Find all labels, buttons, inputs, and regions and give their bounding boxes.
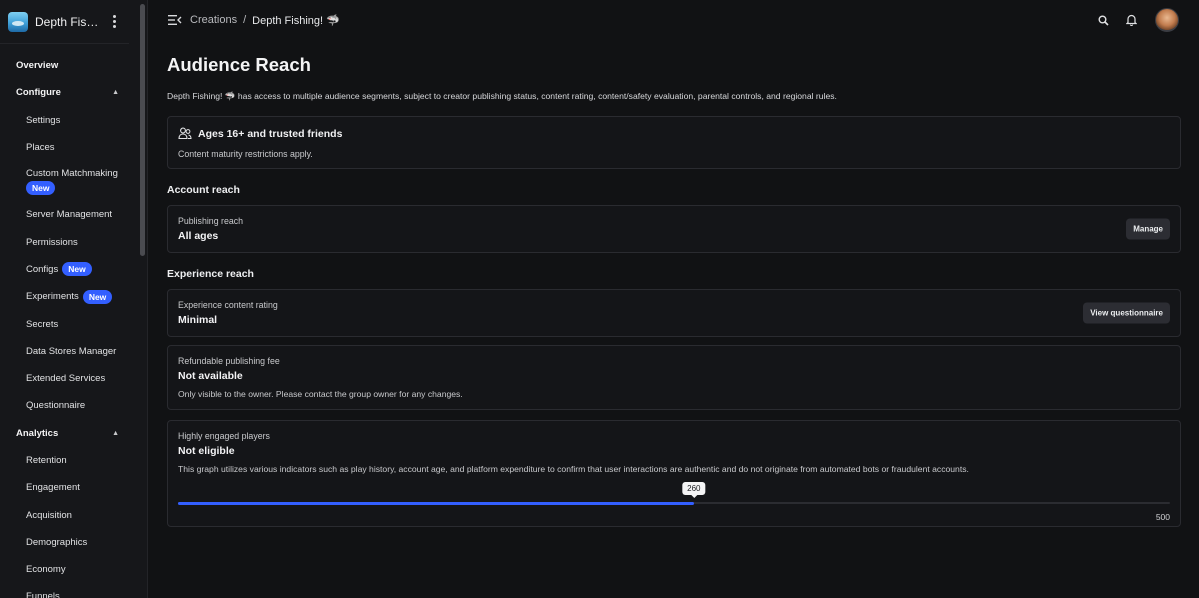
menu-collapse-icon[interactable] — [168, 14, 182, 26]
account-reach-title: Account reach — [167, 184, 240, 196]
game-name[interactable]: Depth Fishing! — [35, 15, 101, 29]
users-icon — [178, 127, 192, 140]
page-content: Audience Reach Depth Fishing! 🦈 has acce… — [148, 40, 1199, 527]
sidebar-item-demographics[interactable]: Demographics — [0, 529, 147, 556]
audience-title: Ages 16+ and trusted friends — [198, 127, 343, 140]
sidebar-item-permissions[interactable]: Permissions — [0, 228, 147, 255]
sidebar-item-questionnaire[interactable]: Questionnaire — [0, 392, 147, 419]
sidebar-item-server-management[interactable]: Server Management — [0, 201, 147, 228]
sidebar-scrollbar[interactable] — [140, 4, 145, 256]
app-root: Depth Fishing! Overview Configure ▲ Setting… — [0, 0, 1199, 598]
sidebar-item-settings[interactable]: Settings — [0, 107, 147, 134]
sidebar: Depth Fishing! Overview Configure ▲ Setting… — [0, 0, 148, 598]
engaged-players-value: Not eligible — [178, 445, 235, 457]
sidebar-item-extended-services[interactable]: Extended Services — [0, 365, 147, 392]
sidebar-item-overview[interactable]: Overview — [0, 52, 147, 79]
engagement-progress: 260 500 — [178, 480, 1170, 522]
sidebar-item-label: Experiments — [26, 291, 79, 303]
sidebar-item-label: Analytics — [16, 427, 59, 439]
sidebar-item-label: Server Management — [26, 209, 113, 221]
sidebar-item-custom-matchmaking[interactable]: Custom Matchmaking New — [0, 161, 147, 201]
sidebar-item-acquisition[interactable]: Acquisition — [0, 501, 147, 528]
refundable-fee-card: Refundable publishing fee Not available … — [167, 345, 1181, 410]
chevron-up-icon: ▲ — [112, 89, 119, 97]
sidebar-item-label: Custom Matchmaking — [26, 167, 118, 179]
page-intro: Depth Fishing! 🦈 has access to multiple … — [167, 91, 837, 101]
sidebar-item-label: Extended Services — [26, 373, 106, 385]
sidebar-item-secrets[interactable]: Secrets — [0, 310, 147, 337]
sidebar-item-label: Configs — [26, 263, 59, 275]
sidebar-item-label: Demographics — [26, 536, 88, 548]
sidebar-item-configs[interactable]: Configs New — [0, 256, 147, 283]
sidebar-item-economy[interactable]: Economy — [0, 556, 147, 583]
engaged-players-card: Highly engaged players Not eligible This… — [167, 420, 1181, 527]
view-questionnaire-button[interactable]: View questionnaire — [1083, 302, 1170, 324]
sidebar-item-engagement[interactable]: Engagement — [0, 474, 147, 501]
game-thumbnail[interactable] — [8, 11, 28, 32]
breadcrumb-creations[interactable]: Creations — [190, 14, 237, 26]
sidebar-item-label: Configure — [16, 87, 61, 99]
engaged-players-label: Highly engaged players — [178, 431, 270, 441]
sidebar-item-label: Funnels — [26, 591, 60, 598]
publishing-reach-label: Publishing reach — [178, 216, 244, 226]
publishing-reach-value: All ages — [178, 230, 219, 242]
page-title: Audience Reach — [167, 54, 311, 75]
main-content: Creations / Depth Fishing! 🦈 Audience Re… — [148, 0, 1199, 598]
sidebar-item-experiments[interactable]: Experiments New — [0, 283, 147, 310]
refundable-fee-label: Refundable publishing fee — [178, 356, 280, 366]
sidebar-section-analytics[interactable]: Analytics ▲ — [0, 420, 147, 447]
top-bar: Creations / Depth Fishing! 🦈 — [148, 0, 1199, 40]
new-badge: New — [82, 289, 113, 304]
sidebar-item-label: Economy — [26, 564, 66, 576]
sidebar-nav: Overview Configure ▲ Settings Places Custom M… — [0, 44, 147, 598]
sidebar-item-label: Retention — [26, 455, 67, 466]
breadcrumb-current: Depth Fishing! 🦈 — [252, 14, 340, 27]
progress-fill — [178, 502, 694, 505]
breadcrumb: Creations / Depth Fishing! 🦈 — [190, 14, 340, 27]
sidebar-item-label: Engagement — [26, 482, 80, 494]
content-rating-card: Experience content rating Minimal View q… — [167, 289, 1181, 337]
sidebar-item-funnels[interactable]: Funnels — [0, 583, 147, 598]
audience-desc: Content maturity restrictions apply. — [178, 149, 313, 159]
sidebar-item-label: Acquisition — [26, 509, 72, 521]
breadcrumb-separator: / — [243, 14, 247, 26]
progress-max-label: 500 — [1155, 512, 1170, 522]
search-icon[interactable] — [1095, 12, 1111, 28]
sidebar-item-label: Permissions — [26, 236, 78, 248]
user-avatar[interactable] — [1155, 8, 1179, 32]
new-badge: New — [62, 262, 92, 277]
refundable-fee-desc: Only visible to the owner. Please contac… — [178, 389, 463, 399]
sidebar-item-label: Data Stores Manager — [26, 345, 117, 357]
audience-card: Ages 16+ and trusted friends Content mat… — [167, 116, 1181, 169]
content-rating-value: Minimal — [178, 314, 218, 326]
experience-reach-title: Experience reach — [167, 268, 254, 280]
sidebar-item-label: Overview — [16, 60, 59, 72]
refundable-fee-value: Not available — [178, 370, 243, 382]
chevron-up-icon: ▲ — [112, 429, 119, 437]
sidebar-item-label: Places — [26, 142, 55, 154]
sidebar-item-label: Questionnaire — [26, 400, 86, 412]
bell-icon[interactable] — [1123, 12, 1139, 28]
manage-button[interactable]: Manage — [1126, 218, 1170, 240]
publishing-reach-card: Publishing reach All ages Manage — [167, 205, 1181, 253]
progress-tooltip: 260 — [682, 482, 706, 498]
sidebar-header: Depth Fishing! — [0, 0, 129, 44]
sidebar-section-configure[interactable]: Configure ▲ — [0, 79, 147, 106]
sidebar-item-places[interactable]: Places — [0, 134, 147, 161]
content-rating-label: Experience content rating — [178, 300, 278, 310]
sidebar-item-retention[interactable]: Retention — [0, 447, 147, 474]
sidebar-item-label: Settings — [26, 114, 61, 126]
engaged-players-desc: This graph utilizes various indicators s… — [178, 464, 969, 474]
new-badge: New — [26, 180, 56, 195]
more-options-icon[interactable] — [107, 14, 121, 30]
top-bar-actions — [1095, 8, 1179, 32]
sidebar-item-label: Secrets — [26, 318, 59, 330]
sidebar-item-data-stores-manager[interactable]: Data Stores Manager — [0, 338, 147, 365]
